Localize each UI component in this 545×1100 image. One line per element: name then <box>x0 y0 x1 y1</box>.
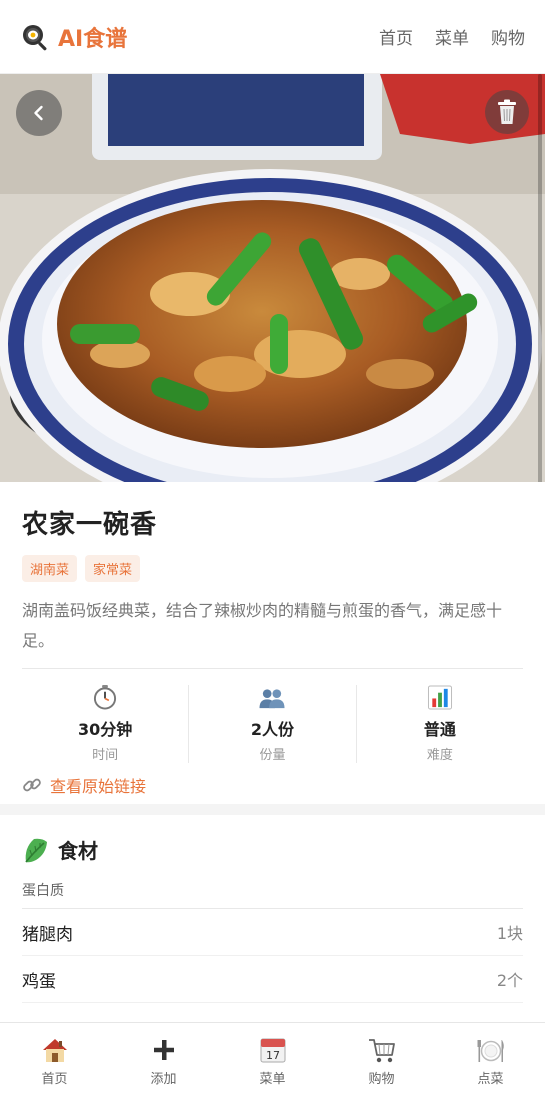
brand[interactable]: AI食谱 <box>20 21 127 53</box>
tab-order[interactable]: 点菜 <box>436 1023 545 1100</box>
trash-icon <box>498 99 516 124</box>
bar-chart-icon <box>427 685 452 710</box>
plus-icon <box>153 1040 174 1060</box>
recipe-description: 湖南盖码饭经典菜，结合了辣椒炒肉的精髓与煎蛋的香气，满足感十足。 <box>22 601 503 650</box>
ingredient-row: 猪腿肉 1块 <box>22 909 523 956</box>
link-icon <box>23 778 41 792</box>
ingredient-quantity: 1块 <box>496 924 523 943</box>
stat-time-label: 时间 <box>92 748 119 763</box>
stat-servings-label: 份量 <box>259 748 286 763</box>
tag-cuisine[interactable]: 湖南菜 <box>22 555 78 582</box>
stat-servings: 2人份 份量 <box>189 685 357 763</box>
stat-difficulty-label: 难度 <box>426 748 453 763</box>
tag-category[interactable]: 家常菜 <box>85 555 141 582</box>
tab-add[interactable]: 添加 <box>109 1023 218 1100</box>
lettuce-icon <box>25 838 47 862</box>
calendar-icon: 17 <box>260 1038 285 1063</box>
tab-menu-label: 菜单 <box>259 1072 286 1087</box>
stat-difficulty-value: 普通 <box>423 720 456 739</box>
top-nav: 首页 菜单 购物 <box>379 24 525 49</box>
chevron-left-icon <box>34 105 43 121</box>
recipe-stats: 30分钟 时间 2人份 份量 普通 难度 <box>22 685 523 763</box>
people-icon <box>259 689 285 709</box>
ingredients-section: 食材 蛋白质 猪腿肉 1块 鸡蛋 2个 <box>0 815 545 1030</box>
frying-pan-icon <box>23 24 47 50</box>
recipe-info-card: 农家一碗香 湖南菜 家常菜 湖南盖码饭经典菜，结合了辣椒炒肉的精髓与煎蛋的香气，… <box>0 482 545 804</box>
dish-illustration <box>0 74 545 482</box>
ingredients-header: 食材 <box>22 835 523 864</box>
tab-home-label: 首页 <box>41 1072 68 1087</box>
svg-text:17: 17 <box>266 1049 280 1062</box>
tab-order-label: 点菜 <box>477 1072 504 1087</box>
stopwatch-icon <box>94 685 117 710</box>
tag-list: 湖南菜 家常菜 <box>22 555 523 582</box>
bottom-tab-bar: 首页 添加 17 菜单 购物 点菜 <box>0 1022 545 1100</box>
stat-servings-value: 2人份 <box>250 720 295 739</box>
house-icon <box>42 1039 67 1062</box>
stat-time-value: 30分钟 <box>78 720 133 739</box>
ingredients-title: 食材 <box>58 839 98 863</box>
stat-difficulty: 普通 难度 <box>357 685 523 763</box>
nav-menu[interactable]: 菜单 <box>435 24 469 49</box>
nav-shopping[interactable]: 购物 <box>491 24 525 49</box>
back-button[interactable] <box>16 90 62 136</box>
tab-shopping[interactable]: 购物 <box>327 1023 436 1100</box>
tab-home[interactable]: 首页 <box>0 1023 109 1100</box>
shopping-cart-icon <box>368 1039 395 1063</box>
recipe-photo <box>0 74 545 482</box>
app-title: AI食谱 <box>58 26 128 52</box>
divider <box>22 668 523 669</box>
ingredient-name: 猪腿肉 <box>22 924 73 945</box>
nav-home[interactable]: 首页 <box>379 24 413 49</box>
recipe-title: 农家一碗香 <box>22 510 158 540</box>
tab-menu[interactable]: 17 菜单 <box>218 1023 327 1100</box>
view-source-label: 查看原始链接 <box>50 777 147 796</box>
scrollbar[interactable] <box>538 74 542 494</box>
view-source-link[interactable]: 查看原始链接 <box>22 773 523 797</box>
tab-shopping-label: 购物 <box>368 1072 395 1087</box>
plate-cutlery-icon <box>477 1040 504 1062</box>
tab-add-label: 添加 <box>150 1072 177 1087</box>
ingredient-row: 鸡蛋 2个 <box>22 956 523 1003</box>
ingredient-group-title: 蛋白质 <box>22 880 523 909</box>
top-nav-bar: AI食谱 首页 菜单 购物 <box>0 0 545 74</box>
ingredient-quantity: 2个 <box>496 971 523 990</box>
ingredient-name: 鸡蛋 <box>22 971 56 992</box>
delete-button[interactable] <box>485 90 529 134</box>
stat-time: 30分钟 时间 <box>22 685 190 763</box>
